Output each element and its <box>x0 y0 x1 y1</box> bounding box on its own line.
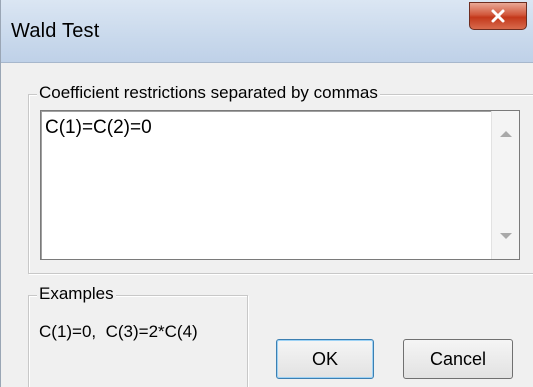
dialog-content: Coefficient restrictions separated by co… <box>1 63 533 387</box>
vertical-scrollbar[interactable] <box>491 111 519 259</box>
scroll-up-arrow-icon[interactable] <box>500 131 512 137</box>
restrictions-textarea[interactable]: C(1)=C(2)=0 <box>40 110 520 260</box>
scroll-down-arrow-icon[interactable] <box>500 233 512 239</box>
close-icon <box>491 9 505 23</box>
cancel-button[interactable]: Cancel <box>403 339 513 379</box>
window-title: Wald Test <box>11 20 100 42</box>
examples-text: C(1)=0, C(3)=2*C(4) <box>39 322 198 341</box>
restrictions-text-value: C(1)=C(2)=0 <box>45 117 152 138</box>
restrictions-group-label: Coefficient restrictions separated by co… <box>37 83 380 103</box>
close-button[interactable] <box>469 2 527 30</box>
wald-test-dialog: Wald Test Coefficient restrictions separ… <box>0 0 533 387</box>
title-bar[interactable]: Wald Test <box>1 0 533 63</box>
cancel-button-label: Cancel <box>429 348 487 369</box>
examples-group-label: Examples <box>37 284 116 304</box>
restrictions-group: Coefficient restrictions separated by co… <box>28 83 533 274</box>
ok-button[interactable]: OK <box>276 339 374 379</box>
ok-button-label: OK <box>311 348 338 369</box>
examples-group: Examples C(1)=0, C(3)=2*C(4) <box>28 284 248 387</box>
